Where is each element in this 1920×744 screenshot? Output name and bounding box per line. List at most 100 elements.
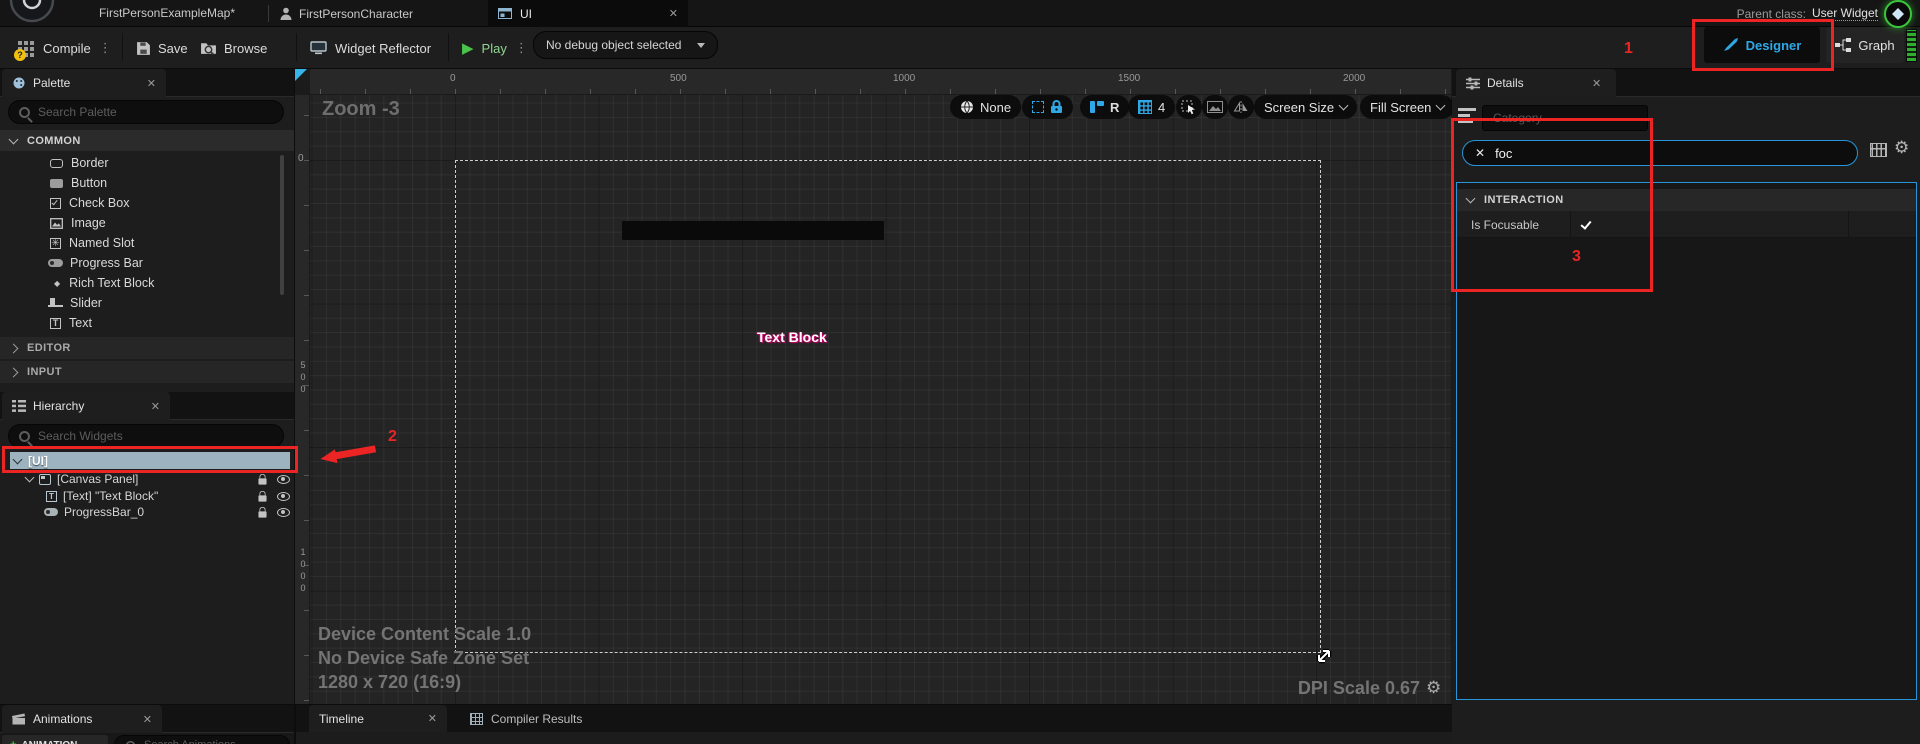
image-icon: [50, 218, 63, 229]
animations-search-input[interactable]: [144, 739, 279, 744]
plus-icon: +: [10, 739, 16, 744]
grid-snap-dropdown[interactable]: 4: [1128, 95, 1175, 119]
visibility-eye-icon[interactable]: [277, 508, 290, 517]
animations-search[interactable]: [114, 735, 290, 744]
selection-lock-toggle[interactable]: [1022, 95, 1073, 119]
add-animation-button[interactable]: + ANIMATION: [2, 735, 108, 744]
widget-reflector-button[interactable]: Widget Reflector: [310, 33, 431, 63]
fill-screen-dropdown[interactable]: Fill Screen: [1360, 95, 1454, 119]
palette-tab[interactable]: Palette ✕: [2, 69, 166, 97]
text-block-widget[interactable]: Text Block: [757, 329, 827, 345]
ruler-label: 1000: [893, 73, 915, 84]
progress-bar-widget-icon: [44, 508, 58, 516]
tree-row-text-block[interactable]: T [Text] "Text Block": [10, 488, 290, 504]
close-icon[interactable]: ✕: [151, 401, 160, 412]
hierarchy-search[interactable]: [8, 424, 284, 448]
tab-ui-active[interactable]: UI ✕: [488, 0, 688, 27]
play-options-icon[interactable]: ⋮: [515, 41, 528, 56]
annotation-number-2: 2: [388, 428, 397, 446]
respect-locks-toggle[interactable]: R: [1080, 95, 1129, 119]
close-icon[interactable]: ✕: [428, 713, 437, 724]
palette-item-button[interactable]: Button: [50, 173, 280, 193]
browse-button[interactable]: Browse: [200, 33, 267, 63]
tab-first-person-example-map[interactable]: FirstPersonExampleMap*: [68, 0, 266, 27]
tree-item-label: [Canvas Panel]: [57, 472, 252, 486]
hierarchy-search-input[interactable]: [38, 429, 273, 443]
person-icon: [280, 7, 292, 20]
palette-item-label: Progress Bar: [70, 256, 143, 270]
screen-size-dropdown[interactable]: Screen Size: [1254, 95, 1357, 119]
tree-row-canvas-panel[interactable]: [Canvas Panel]: [10, 471, 290, 487]
palette-section-common[interactable]: COMMON: [0, 130, 294, 151]
debug-object-dropdown[interactable]: No debug object selected: [533, 31, 718, 59]
search-icon: [19, 431, 30, 442]
palette-section-input[interactable]: INPUT: [0, 361, 294, 383]
tab-first-person-character[interactable]: FirstPersonCharacter: [280, 0, 460, 27]
grid-snap-value: 4: [1158, 100, 1165, 115]
timeline-tab[interactable]: Timeline ✕: [309, 705, 447, 732]
details-settings-gear-icon[interactable]: ⚙: [1894, 138, 1909, 158]
palette-search-input[interactable]: [38, 105, 273, 119]
animations-tab[interactable]: Animations ✕: [2, 705, 162, 733]
property-matrix-icon[interactable]: [1870, 143, 1887, 157]
chevron-down-icon: [1339, 100, 1349, 110]
ruler-label: 0: [450, 73, 456, 84]
unreal-logo[interactable]: [8, 0, 56, 24]
close-icon[interactable]: ✕: [147, 78, 156, 89]
palette-item-slider[interactable]: Slider: [48, 293, 278, 313]
play-button[interactable]: ▶ Play ⋮: [462, 33, 528, 63]
flip-preview-button[interactable]: [1228, 95, 1254, 119]
sync-status-bar: [1906, 29, 1917, 62]
tab-label: FirstPersonExampleMap*: [99, 6, 235, 20]
chevron-down-icon[interactable]: [25, 473, 35, 483]
palette-item-progress-bar[interactable]: Progress Bar: [48, 253, 278, 273]
lock-icon[interactable]: [258, 495, 266, 501]
canvas-panel-icon: [39, 474, 51, 485]
dpi-settings-gear-icon[interactable]: ⚙: [1426, 678, 1441, 698]
asset-diamond-icon: [1892, 8, 1904, 20]
visibility-eye-icon[interactable]: [277, 475, 290, 484]
close-icon[interactable]: ✕: [1592, 78, 1601, 89]
compile-button[interactable]: ? Compile ⋮: [18, 33, 112, 63]
design-area-outline[interactable]: [455, 160, 1321, 653]
fill-screen-label: Fill Screen: [1370, 100, 1431, 115]
save-button[interactable]: Save: [136, 33, 188, 63]
graph-mode-button[interactable]: Graph: [1826, 27, 1904, 63]
lock-icon[interactable]: [258, 478, 266, 484]
palette-item-check-box[interactable]: Check Box: [50, 193, 280, 213]
resize-cursor-icon: [1314, 646, 1334, 666]
tree-item-label: [Text] "Text Block": [63, 489, 252, 503]
preview-none-dropdown[interactable]: None: [950, 95, 1021, 119]
compiler-results-tab[interactable]: Compiler Results: [462, 705, 612, 732]
compile-options-icon[interactable]: ⋮: [99, 41, 112, 56]
tab-label: FirstPersonCharacter: [299, 7, 413, 21]
palette-search[interactable]: [8, 100, 284, 124]
column-splitter[interactable]: [1848, 211, 1849, 238]
close-icon[interactable]: ✕: [143, 714, 152, 725]
hierarchy-tab-label: Hierarchy: [33, 399, 84, 413]
palette-item-text[interactable]: T Text: [50, 313, 280, 333]
tab-label: UI: [520, 7, 532, 21]
animations-tab-label: Animations: [33, 712, 92, 726]
palette-section-editor[interactable]: EDITOR: [0, 337, 294, 359]
lock-icon[interactable]: [258, 511, 266, 517]
visibility-eye-icon[interactable]: [277, 492, 290, 501]
chevron-down-icon: [1436, 100, 1446, 110]
palette-scrollbar[interactable]: [280, 155, 284, 295]
hierarchy-tab[interactable]: Hierarchy ✕: [2, 392, 170, 420]
resolution-letter: R: [1110, 100, 1119, 115]
background-image-button[interactable]: [1202, 95, 1228, 119]
palette-item-rich-text-block[interactable]: ◆ Rich Text Block: [54, 273, 284, 293]
palette-item-named-slot[interactable]: ✳ Named Slot: [50, 233, 280, 253]
palette-item-label: Text: [69, 316, 92, 330]
progress-bar-widget[interactable]: [622, 221, 884, 240]
revision-control-badge[interactable]: [1884, 0, 1912, 28]
palette-item-image[interactable]: Image: [50, 213, 280, 233]
tree-item-label: ProgressBar_0: [64, 505, 252, 519]
screen-size-label: Screen Size: [1264, 100, 1334, 115]
close-icon[interactable]: ✕: [669, 8, 678, 19]
tree-row-progress-bar[interactable]: ProgressBar_0: [10, 504, 290, 520]
palette-item-border[interactable]: Border: [50, 153, 280, 173]
palette-item-label: Rich Text Block: [69, 276, 154, 290]
select-mode-button[interactable]: [1176, 95, 1202, 119]
